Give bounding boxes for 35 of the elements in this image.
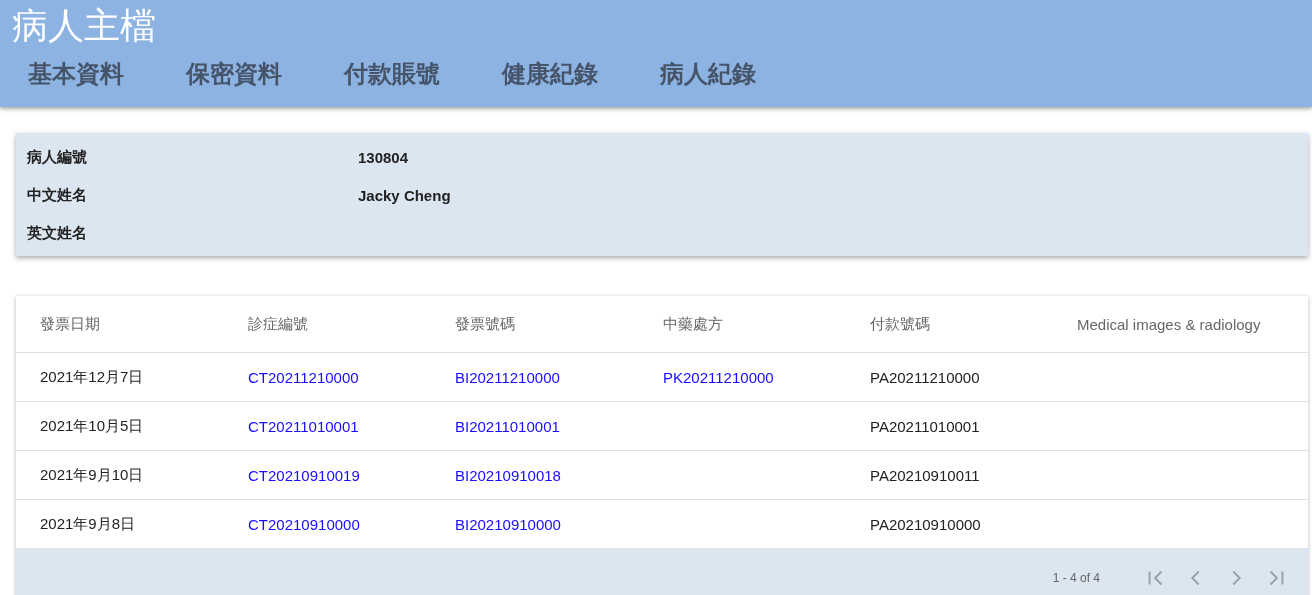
table-cell: 2021年10月5日 [40,416,144,436]
column-header: 發票日期 [40,314,101,334]
tab[interactable]: 付款賬號 [344,58,440,90]
field-label: 英文姓名 [26,223,88,243]
table-cell: PA20210910000 [870,515,981,533]
tab[interactable]: 健康紀錄 [502,58,598,90]
field-value: Jacky Cheng [358,186,451,204]
record-link[interactable]: BI20211010001 [455,417,560,435]
table-cell: 2021年9月8日 [40,514,136,534]
tab[interactable]: 基本資料 [28,58,124,90]
table-cell: 2021年12月7日 [40,367,144,387]
record-link[interactable]: CT20211010001 [248,417,359,435]
column-header: 付款號碼 [870,314,931,334]
table-cell: PA20211210000 [870,368,980,386]
record-link[interactable]: BI20211210000 [455,368,560,386]
record-link[interactable]: CT20210910019 [248,466,360,484]
tab[interactable]: 病人紀錄 [660,58,756,90]
record-link[interactable]: BI20210910000 [455,515,561,533]
column-header: 發票號碼 [455,314,516,334]
field-label: 中文姓名 [26,185,88,205]
page-title: 病人主檔 [11,4,156,46]
field-value: 130804 [358,148,409,166]
column-header: 診症編號 [248,314,309,334]
record-link[interactable]: CT20211210000 [248,368,359,386]
table-cell: PA20210910011 [870,466,980,484]
page-range: 1 - 4 of 4 [1052,570,1100,585]
record-link[interactable]: BI20210910018 [455,466,561,484]
tab[interactable]: 保密資料 [186,58,282,90]
column-header: Medical images & radiology [1077,315,1262,333]
column-header: 中藥處方 [663,314,724,334]
field-label: 病人編號 [26,147,88,167]
record-link[interactable]: PK20211210000 [663,368,774,386]
table-cell: PA20211010001 [870,417,980,435]
table-cell: 2021年9月10日 [40,465,144,485]
record-link[interactable]: CT20210910000 [248,515,360,533]
